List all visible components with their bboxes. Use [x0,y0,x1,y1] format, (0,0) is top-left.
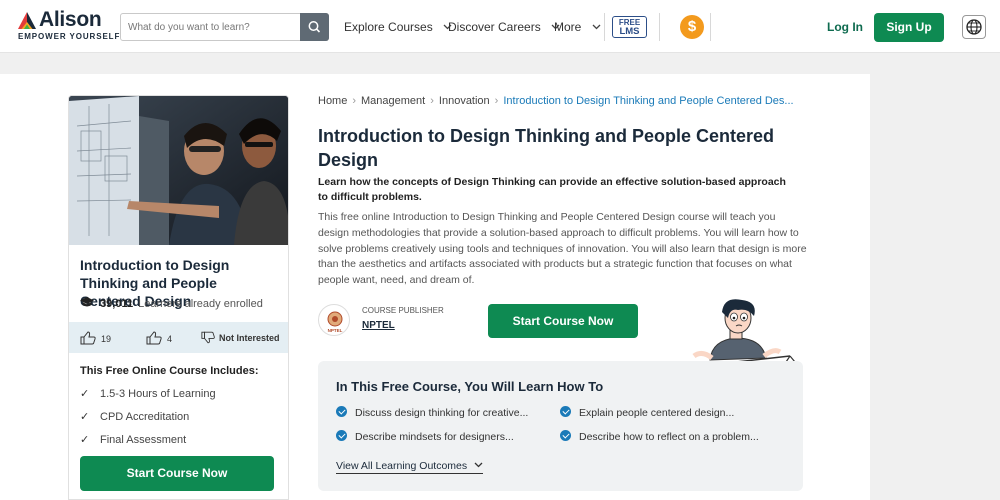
card-start-course-button[interactable]: Start Course Now [80,456,274,491]
chevron-right-icon: › [494,95,499,107]
signup-button[interactable]: Sign Up [874,13,944,42]
course-description: This free online Introduction to Design … [318,211,807,287]
chevron-right-icon: › [352,95,357,107]
top-header: Alison EMPOWER YOURSELF Explore Courses … [0,0,1000,53]
search-icon [308,21,321,33]
check-circle-icon [560,430,571,441]
nav-discover-careers[interactable]: Discover Careers [448,20,560,34]
graduation-cap-icon [80,297,94,307]
publisher-logo[interactable]: NPTEL [318,304,350,336]
enrolled-number: 39,011 [100,298,134,310]
coin-symbol: $ [687,18,697,35]
chevron-right-icon: › [430,95,434,107]
nav-label: More [554,20,582,34]
thumbs-up-icon [146,331,162,345]
not-interested-label: Not Interested [219,333,280,343]
enrolled-label: Learners already enrolled [138,298,263,310]
include-label: CPD Accreditation [100,411,190,423]
view-all-outcomes-link[interactable]: View All Learning Outcomes [336,460,484,474]
coin-icon[interactable]: $ [680,15,704,39]
search-input[interactable] [121,14,301,40]
check-circle-icon [560,406,571,417]
page-title: Introduction to Design Thinking and Peop… [318,126,775,170]
publisher-label: COURSE PUBLISHER [362,306,444,315]
alison-logo-icon [18,12,36,29]
includes-heading: This Free Online Course Includes: [80,365,259,377]
course-subtitle: Learn how the concepts of Design Thinkin… [318,176,786,203]
free-lms-badge[interactable]: FREE LMS [612,16,647,38]
not-interested-button[interactable]: Not Interested [201,331,280,344]
publisher-logo-text: NPTEL [328,328,343,333]
logo-wordmark: Alison [39,8,102,31]
include-item: ✓ Final Assessment [80,433,186,446]
logo-tagline: EMPOWER YOURSELF [18,32,121,41]
learning-outcomes-heading: In This Free Course, You Will Learn How … [336,379,604,394]
check-icon: ✓ [80,434,90,446]
chevron-down-icon [592,24,601,30]
course-image [69,96,288,245]
check-circle-icon [336,430,347,441]
view-all-label: View All Learning Outcomes [336,460,468,472]
include-item: ✓ CPD Accreditation [80,410,189,423]
outcome-item: Describe mindsets for designers... [336,430,514,443]
globe-icon [966,19,982,35]
nav-more[interactable]: More [554,20,601,34]
outcome-label: Describe mindsets for designers... [355,431,514,443]
language-selector[interactable] [962,15,986,39]
nav-divider [710,13,711,41]
breadcrumb-management[interactable]: Management [361,95,425,107]
heart-button[interactable]: 4 [146,331,172,345]
search-button[interactable] [300,13,329,41]
nav-divider [659,13,660,41]
check-icon: ✓ [80,388,90,400]
breadcrumb-innovation[interactable]: Innovation [439,95,490,107]
check-icon: ✓ [80,411,90,423]
thumbs-down-icon [201,331,215,344]
course-card: Introduction to Design Thinking and Peop… [68,95,289,500]
like-count: 19 [101,334,112,344]
nav-label: Discover Careers [448,20,541,34]
login-link[interactable]: Log In [827,20,863,34]
outcome-item: Describe how to reflect on a problem... [560,430,759,443]
thumbs-up-icon [80,331,96,345]
include-label: Final Assessment [100,434,187,446]
enrolled-count: 39,011 Learners already enrolled [80,297,263,310]
outcome-label: Explain people centered design... [579,407,735,419]
heart-count: 4 [167,334,173,344]
search-box [120,13,329,41]
include-label: 1.5-3 Hours of Learning [100,388,216,400]
outcome-label: Discuss design thinking for creative... [355,407,529,419]
include-item: ✓ 1.5-3 Hours of Learning [80,387,216,400]
outcome-item: Explain people centered design... [560,406,734,419]
breadcrumb-home[interactable]: Home [318,95,347,107]
breadcrumb: Home › Management › Innovation › Introduction … [318,95,794,107]
nav-label: Explore Courses [344,20,433,34]
outcome-label: Describe how to reflect on a problem... [579,431,759,443]
check-circle-icon [336,406,347,417]
nav-divider [604,13,605,41]
reaction-bar: 19 4 Not Interested [69,322,288,353]
like-button[interactable]: 19 [80,331,111,345]
chevron-down-icon [474,462,483,468]
learning-outcomes-box: In This Free Course, You Will Learn How … [318,361,803,491]
nav-explore-courses[interactable]: Explore Courses [344,20,452,34]
outcome-item: Discuss design thinking for creative... [336,406,528,419]
breadcrumb-current[interactable]: Introduction to Design Thinking and Peop… [503,95,793,107]
start-course-button[interactable]: Start Course Now [488,304,638,338]
free-lms-line2: LMS [619,26,640,37]
publisher-name-link[interactable]: NPTEL [362,320,395,331]
alison-logo[interactable]: Alison EMPOWER YOURSELF [18,8,119,45]
